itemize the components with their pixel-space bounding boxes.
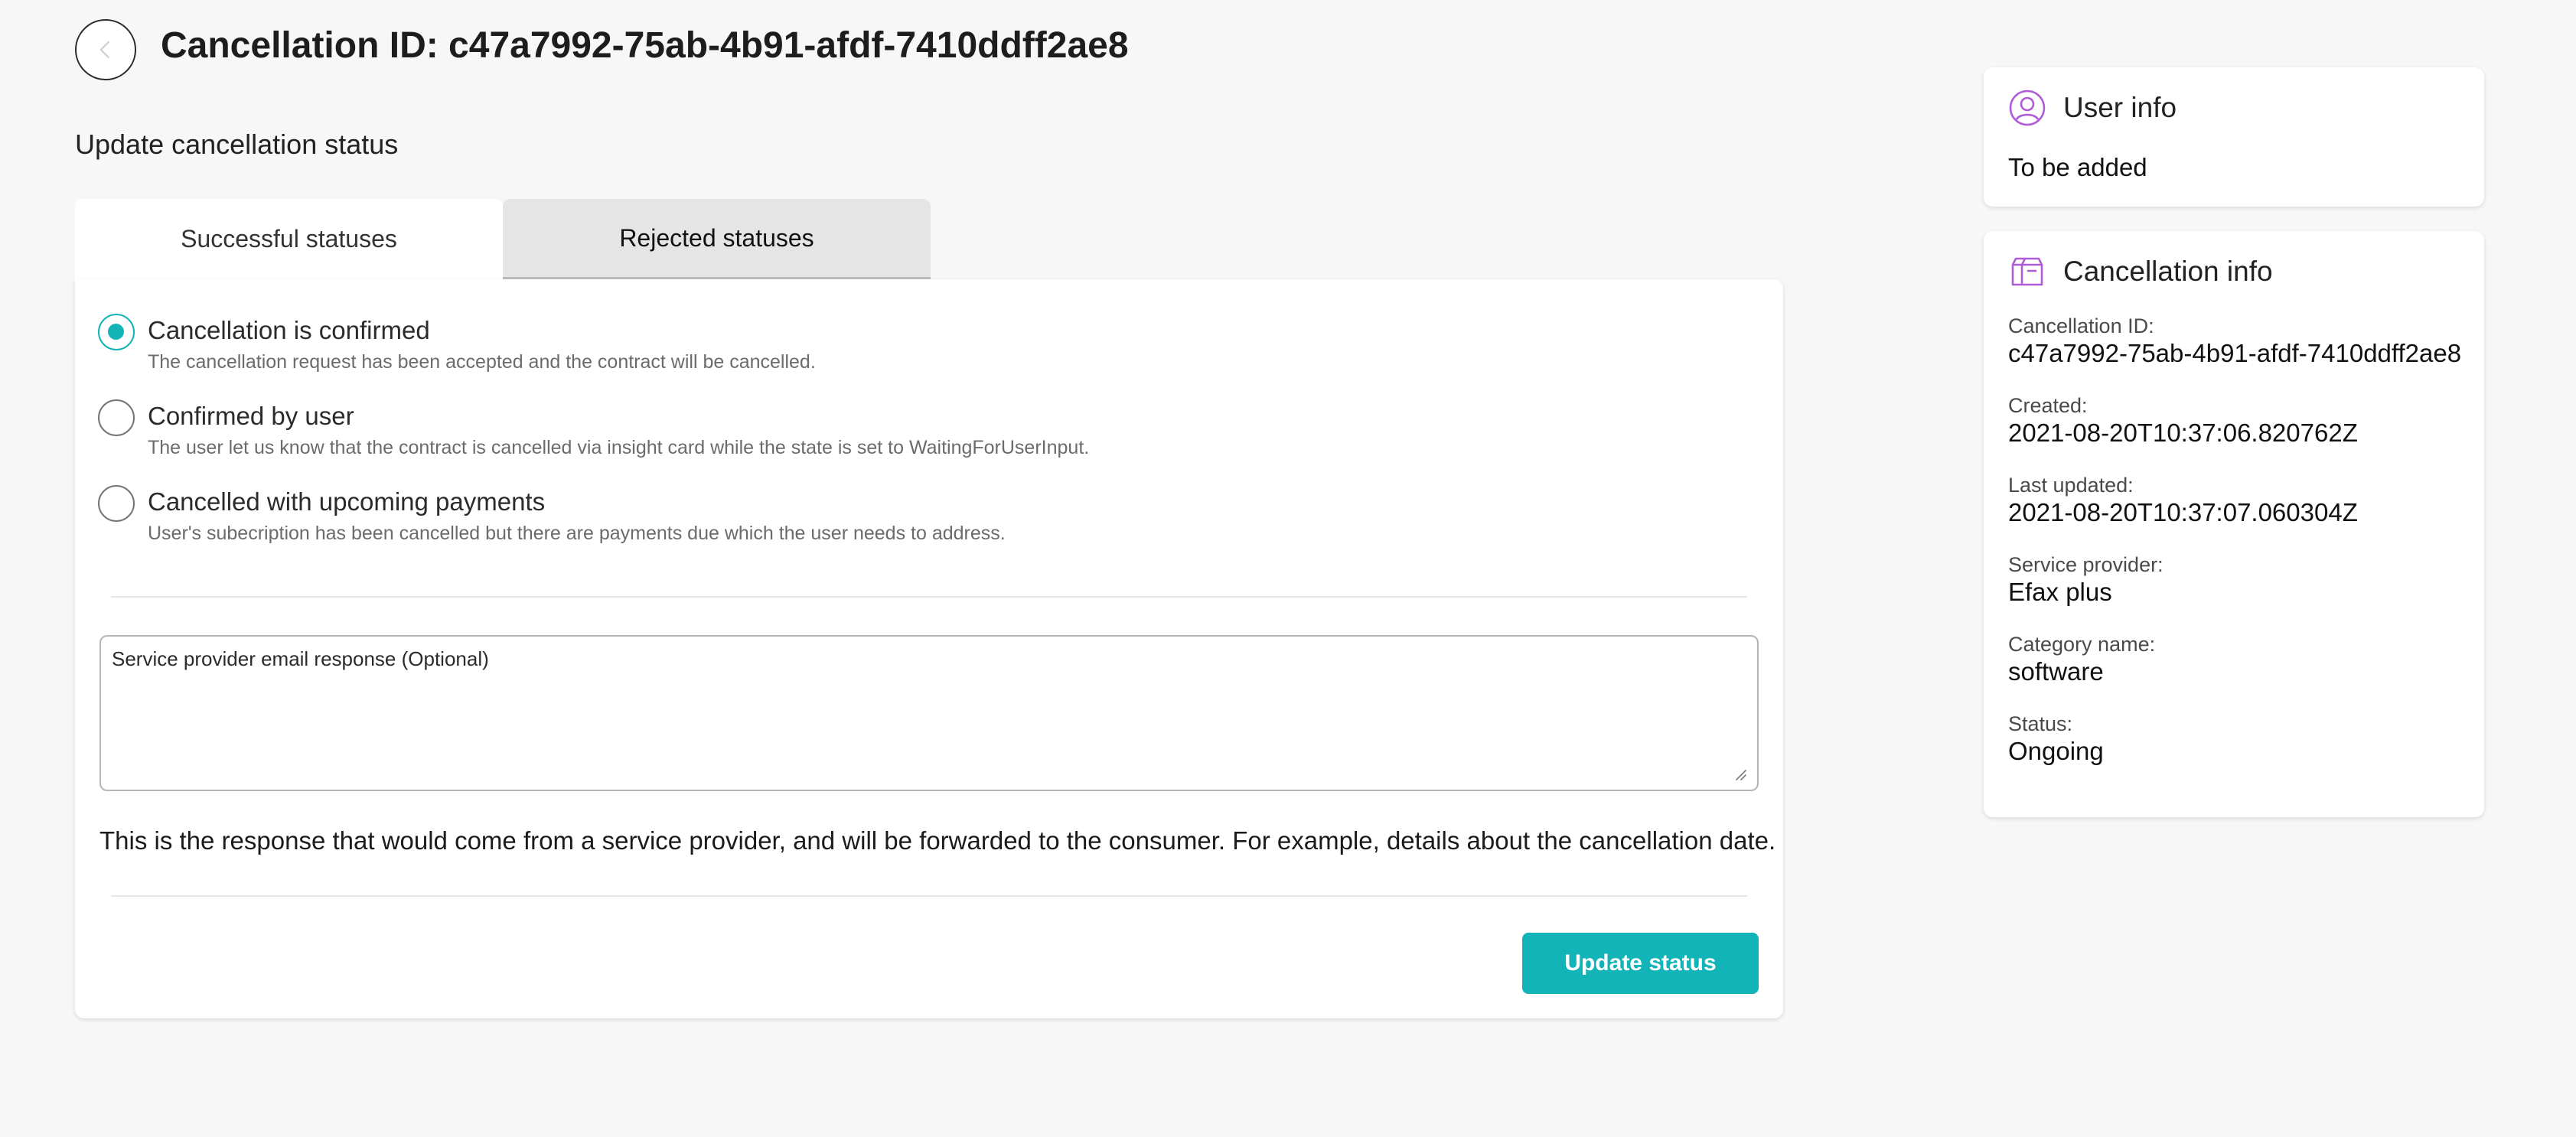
info-label: Service provider: <box>2008 553 2164 576</box>
user-info-title: User info <box>2063 92 2177 123</box>
info-value: software <box>2008 657 2104 686</box>
radio-label: Confirmed by user <box>148 402 354 430</box>
status-tabs: Successful statuses Rejected statuses <box>75 199 931 279</box>
cancellation-info-card: Cancellation info Cancellation ID: c47a7… <box>1984 231 2484 817</box>
radio-button[interactable] <box>98 314 135 350</box>
cancellation-info-list: Cancellation ID: c47a7992-75ab-4b91-afdf… <box>2008 314 2475 791</box>
info-item-service-provider: Service provider: Efax plus <box>2008 552 2475 632</box>
info-label: Category name: <box>2008 633 2156 656</box>
radio-description: User's subecription has been cancelled b… <box>148 523 1006 544</box>
info-item-cancellation-id: Cancellation ID: c47a7992-75ab-4b91-afdf… <box>2008 314 2475 393</box>
info-item-last-updated: Last updated: 2021-08-20T10:37:07.060304… <box>2008 473 2475 552</box>
info-value: 2021-08-20T10:37:06.820762Z <box>2008 419 2358 447</box>
cancellation-info-header: Cancellation info <box>2008 252 2273 291</box>
info-value: 2021-08-20T10:37:07.060304Z <box>2008 498 2358 526</box>
info-value: Efax plus <box>2008 578 2112 606</box>
info-item-category-name: Category name: software <box>2008 632 2475 712</box>
cancellation-info-title: Cancellation info <box>2063 256 2273 287</box>
divider <box>111 895 1747 897</box>
radio-description: The user let us know that the contract i… <box>148 437 1090 458</box>
page-title: Cancellation ID: c47a7992-75ab-4b91-afdf… <box>161 25 1129 66</box>
info-label: Status: <box>2008 712 2073 735</box>
user-info-text: To be added <box>2008 153 2147 181</box>
section-title: Update cancellation status <box>75 129 399 160</box>
back-button[interactable] <box>75 19 136 80</box>
info-label: Cancellation ID: <box>2008 314 2154 337</box>
email-response-field <box>99 635 1759 791</box>
info-item-created: Created: 2021-08-20T10:37:06.820762Z <box>2008 393 2475 473</box>
radio-button[interactable] <box>98 399 135 436</box>
tab-rejected-statuses[interactable]: Rejected statuses <box>503 199 931 279</box>
info-label: Last updated: <box>2008 474 2134 497</box>
divider <box>111 596 1747 598</box>
tab-label: Successful statuses <box>181 225 397 252</box>
info-item-status: Status: Ongoing <box>2008 712 2475 791</box>
radio-label: Cancellation is confirmed <box>148 316 430 344</box>
resize-handle-icon[interactable] <box>1733 767 1746 780</box>
tab-label: Rejected statuses <box>619 223 814 252</box>
chevron-left-icon <box>99 41 109 59</box>
email-response-helper-text: This is the response that would come fro… <box>99 826 1776 855</box>
update-status-button[interactable]: Update status <box>1522 933 1759 994</box>
radio-description: The cancellation request has been accept… <box>148 351 816 373</box>
radio-button[interactable] <box>98 485 135 522</box>
email-response-textarea[interactable] <box>101 637 1757 790</box>
status-form-card: Cancellation is confirmed The cancellati… <box>75 279 1783 1018</box>
radio-label: Cancelled with upcoming payments <box>148 487 546 516</box>
info-label: Created: <box>2008 394 2088 417</box>
radio-selected-dot <box>108 324 124 340</box>
tab-successful-statuses[interactable]: Successful statuses <box>75 199 503 279</box>
user-info-card: User info To be added <box>1984 67 2484 207</box>
user-circle-icon <box>2009 90 2046 126</box>
info-value: Ongoing <box>2008 737 2104 765</box>
user-info-header: User info <box>2008 89 2177 127</box>
page: Cancellation ID: c47a7992-75ab-4b91-afdf… <box>0 0 2576 1137</box>
box-icon <box>2011 257 2043 286</box>
info-value: c47a7992-75ab-4b91-afdf-7410ddff2ae8 <box>2008 339 2462 367</box>
